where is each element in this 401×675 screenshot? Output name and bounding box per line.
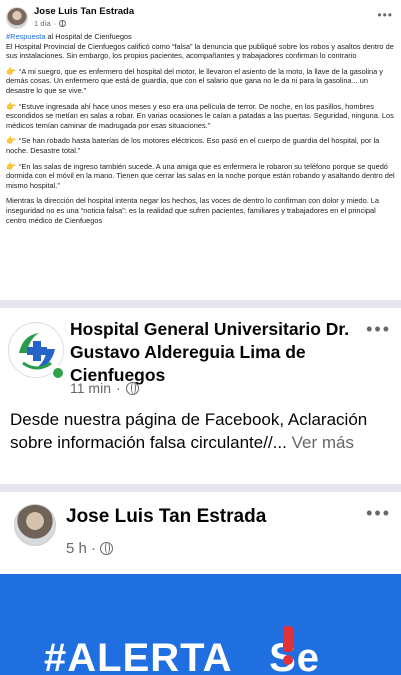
post-timestamp[interactable]: 5 h: [66, 540, 87, 557]
globe-icon: [59, 20, 67, 27]
post-author-name[interactable]: Jose Luis Tan Estrada: [34, 6, 134, 17]
post-body: #Respuesta al Hospital de Cienfuegos El …: [6, 32, 396, 231]
online-status-dot: [51, 366, 65, 380]
author-avatar[interactable]: [6, 7, 28, 29]
testimony-quote: “Estuve ingresada ahí hace unos meses y …: [6, 101, 394, 130]
post-meta: 5 h ·: [66, 540, 113, 557]
page-name[interactable]: Hospital General Universitario Dr. Gusta…: [70, 318, 360, 387]
post-top: Jose Luis Tan Estrada 1 día · ••• #Respu…: [0, 0, 401, 296]
testimony-quote: “En las salas de ingreso también sucede.…: [6, 161, 395, 190]
testimony-quote: “Se han robado hasta baterías de los mot…: [6, 136, 380, 155]
alert-mark-icon: [283, 626, 293, 665]
shared-post-timestamp[interactable]: 11 min: [70, 380, 111, 396]
alert-banner-image[interactable]: #ALERTA Se: [0, 574, 401, 675]
globe-icon: [125, 381, 139, 395]
hashtag-link[interactable]: #Respuesta: [6, 32, 45, 41]
globe-icon: [99, 542, 113, 555]
pointing-hand-icon: 👉: [6, 161, 16, 171]
pointing-hand-icon: 👉: [6, 101, 16, 111]
more-options-icon[interactable]: •••: [366, 504, 391, 522]
post-author-name[interactable]: Jose Luis Tan Estrada: [66, 506, 266, 528]
more-options-icon[interactable]: •••: [377, 8, 393, 22]
pointing-hand-icon: 👉: [6, 66, 16, 76]
author-avatar[interactable]: [14, 504, 56, 546]
pointing-hand-icon: 👉: [6, 136, 16, 146]
post-paragraph: El Hospital Provincial de Cienfuegos cal…: [6, 41, 394, 61]
more-options-icon[interactable]: •••: [366, 320, 391, 338]
testimony-quote: “A mi suegro, que es enfermero del hospi…: [6, 66, 383, 95]
shared-post-meta: 11 min ·: [70, 380, 139, 396]
post-closing: Mientras la dirección del hospital inten…: [6, 196, 380, 225]
post-intro: al Hospital de Cienfuegos: [45, 32, 132, 41]
post-meta: 1 día ·: [34, 19, 67, 28]
shared-post[interactable]: Hospital General Universitario Dr. Gusta…: [0, 300, 401, 476]
shared-post-text: Desde nuestra página de Facebook, Aclara…: [10, 408, 390, 454]
see-more-link[interactable]: Ver más: [292, 433, 354, 452]
post-timestamp[interactable]: 1 día: [34, 19, 51, 28]
post-bottom: Jose Luis Tan Estrada 5 h · ••• #ALERTA …: [0, 484, 401, 675]
